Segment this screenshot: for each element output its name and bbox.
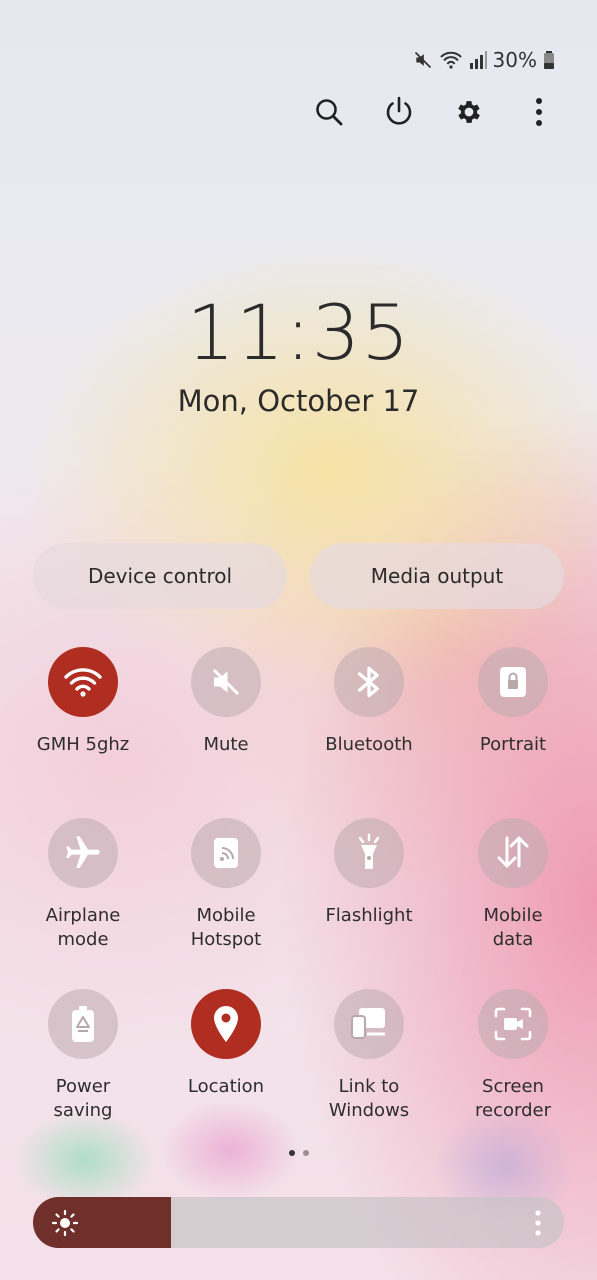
tile-mute[interactable]: Mute (156, 647, 296, 757)
link-to-windows-icon (351, 1008, 385, 1039)
tile-hotspot-toggle[interactable] (191, 818, 261, 888)
tile-label: Portrait (479, 734, 547, 755)
portrait-lock-icon (500, 667, 526, 697)
tile-screen-recorder-toggle[interactable] (478, 989, 548, 1059)
tile-link-to-windows[interactable]: Link to Windows (299, 989, 439, 1123)
tile-label: Location (187, 1076, 265, 1097)
screen-recorder-icon (494, 1007, 532, 1041)
more-options-button[interactable] (521, 92, 557, 132)
tile-label: Power saving (53, 1076, 113, 1121)
tile-portrait-toggle[interactable] (478, 647, 548, 717)
mute-icon (414, 51, 431, 69)
brightness-icon (51, 1209, 79, 1237)
mute-icon (212, 668, 240, 696)
tile-mobile-data[interactable]: Mobile data (443, 818, 583, 952)
tile-screen-recorder[interactable]: Screen recorder (443, 989, 583, 1123)
hotspot-icon (214, 838, 238, 868)
airplane-icon (66, 836, 100, 868)
tile-flashlight[interactable]: Flashlight (299, 818, 439, 928)
clock-time[interactable]: 11:35 (0, 288, 597, 377)
tile-airplane[interactable]: Airplane mode (13, 818, 153, 952)
tile-mute-toggle[interactable] (191, 647, 261, 717)
tile-bluetooth-toggle[interactable] (334, 647, 404, 717)
tile-wifi-toggle[interactable] (48, 647, 118, 717)
power-button[interactable] (381, 92, 417, 132)
tile-wifi[interactable]: GMH 5ghz (13, 647, 153, 757)
tile-flashlight-toggle[interactable] (334, 818, 404, 888)
media-output-button[interactable]: Media output (310, 543, 564, 609)
tile-label: Screen recorder (475, 1076, 551, 1121)
tile-label: Link to Windows (328, 1076, 410, 1121)
power-icon (386, 96, 412, 125)
brightness-more-icon[interactable] (534, 1209, 542, 1237)
tile-hotspot[interactable]: Mobile Hotspot (156, 818, 296, 952)
signal-icon (469, 51, 487, 69)
settings-icon (458, 101, 480, 123)
tile-label: Mobile data (483, 905, 543, 950)
page-dot (302, 1150, 309, 1156)
device-control-button[interactable]: Device control (33, 543, 287, 609)
tile-airplane-toggle[interactable] (48, 818, 118, 888)
tile-location[interactable]: Location (156, 989, 296, 1099)
tile-bluetooth[interactable]: Bluetooth (299, 647, 439, 757)
status-bar: 30% (413, 48, 555, 72)
more-vertical-icon (536, 98, 542, 126)
tile-power-saving[interactable]: Power saving (13, 989, 153, 1123)
tile-label: GMH 5ghz (36, 734, 130, 755)
wifi-icon (64, 668, 102, 697)
battery-percent: 30% (492, 48, 537, 72)
tile-power-saving-toggle[interactable] (48, 989, 118, 1059)
search-button[interactable] (311, 92, 347, 132)
tile-link-to-windows-toggle[interactable] (334, 989, 404, 1059)
tile-mobile-data-toggle[interactable] (478, 818, 548, 888)
tile-label: Mute (203, 734, 249, 755)
tile-portrait[interactable]: Portrait (443, 647, 583, 757)
flashlight-icon (358, 833, 380, 869)
tile-label: Bluetooth (325, 734, 413, 755)
battery-icon (544, 51, 554, 69)
brightness-slider[interactable] (33, 1197, 564, 1248)
settings-button[interactable] (451, 92, 487, 132)
power-saving-icon (72, 1006, 94, 1042)
tile-label: Airplane mode (45, 905, 121, 950)
page-dot-active (288, 1150, 295, 1156)
tile-label: Flashlight (325, 905, 413, 926)
tile-label: Mobile Hotspot (190, 905, 262, 950)
top-actions (311, 92, 557, 132)
tile-location-toggle[interactable] (191, 989, 261, 1059)
search-icon (316, 99, 343, 126)
location-icon (214, 1006, 238, 1042)
bluetooth-icon (357, 666, 379, 698)
clock-date[interactable]: Mon, October 17 (0, 384, 597, 418)
wifi-icon (439, 51, 462, 69)
mobile-data-icon (497, 836, 529, 868)
page-indicator (0, 1150, 597, 1156)
